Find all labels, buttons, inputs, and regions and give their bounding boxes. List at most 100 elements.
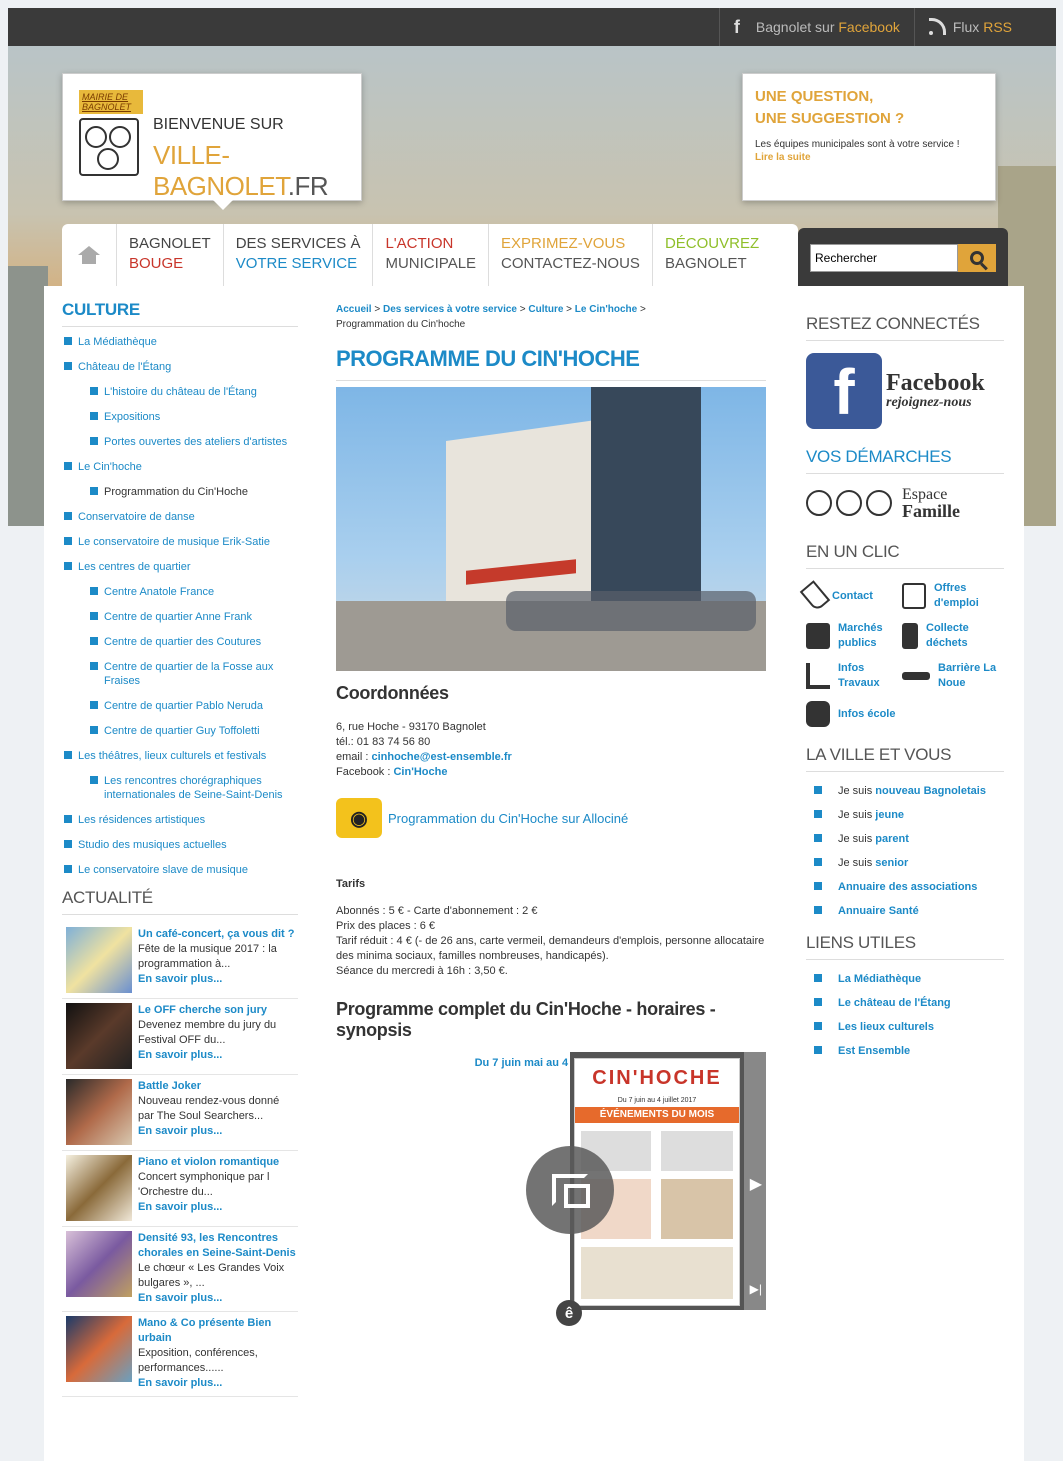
news-thumbnail [66,927,132,993]
menu-item[interactable]: Centre de quartier de la Fosse aux Frais… [88,660,298,688]
facebook-link[interactable]: f Bagnolet sur Facebook [718,8,914,46]
menu-item[interactable]: Le Cin'hoche [62,460,298,474]
facebook-banner-title: Facebook [886,370,985,396]
news-item[interactable]: Densité 93, les Rencontres chorales en S… [62,1227,298,1312]
facebook-banner[interactable]: f Facebook rejoignez-nous [806,353,1004,429]
last-page-icon[interactable]: ▶| [750,1282,762,1296]
breadcrumb-link[interactable]: Culture [528,304,563,315]
next-page-icon[interactable]: ▶ [750,1174,762,1194]
news-title[interactable]: Densité 93, les Rencontres chorales en S… [138,1231,298,1261]
nav-item-line2: CONTACTEZ-NOUS [501,255,640,272]
quick-link-collecte-dechets[interactable]: Collecte déchets [902,621,998,651]
menu-item[interactable]: Conservatoire de danse [62,510,298,524]
question-read-more-link[interactable]: Lire la suite [755,152,983,163]
menu-item[interactable]: Expositions [88,410,298,424]
nav-exprimez-vous[interactable]: EXPRIMEZ-VOUS CONTACTEZ-NOUS [489,224,653,286]
fullscreen-button[interactable] [526,1146,614,1234]
school-bag-icon [806,701,830,727]
quick-link-offres-emploi[interactable]: Offres d'emploi [902,581,998,611]
menu-item[interactable]: Les théâtres, lieux culturels et festiva… [62,749,298,763]
question-title-line2: UNE SUGGESTION ? [755,110,905,127]
liens-item[interactable]: Les lieux culturels [806,1020,1004,1035]
news-more-link[interactable]: En savoir plus... [138,1200,298,1215]
allocine-link[interactable]: ◉ Programmation du Cin'Hoche sur Allocin… [336,798,766,838]
nav-action-municipale[interactable]: L'ACTION MUNICIPALE [373,224,490,286]
menu-item[interactable]: Portes ouvertes des ateliers d'artistes [88,435,298,449]
email-link[interactable]: cinhoche@est-ensemble.fr [371,751,511,763]
menu-item[interactable]: Les centres de quartier [62,560,298,574]
news-title[interactable]: Battle Joker [138,1079,298,1094]
news-item[interactable]: Le OFF cherche son jury Devenez membre du… [62,999,298,1075]
menu-item[interactable]: Château de l'Étang [62,360,298,374]
news-item[interactable]: Piano et violon romantique Concert sympho… [62,1151,298,1227]
quick-link-marches-publics[interactable]: Marchés publics [806,621,902,651]
menu-item[interactable]: Le conservatoire slave de musique [62,863,298,877]
menu-item[interactable]: Centre de quartier Pablo Neruda [88,699,298,713]
tarif-line: Abonnés : 5 € - Carte d'abonnement : 2 € [336,905,538,917]
news-title[interactable]: Piano et violon romantique [138,1155,298,1170]
menu-item[interactable]: Studio des musiques actuelles [62,838,298,852]
nav-decouvrez[interactable]: DÉCOUVREZ BAGNOLET [653,224,771,286]
news-desc: Le chœur « Les Grandes Voix bulgares », … [138,1262,285,1289]
ville-item-bold: Annuaire des associations [838,881,978,893]
ville-item[interactable]: Je suis parent [806,832,1004,847]
menu-item[interactable]: Centre de quartier Guy Toffoletti [88,724,298,738]
viewer-logo-badge[interactable]: ê [556,1300,582,1326]
news-more-link[interactable]: En savoir plus... [138,1291,298,1306]
news-more-link[interactable]: En savoir plus... [138,1048,298,1063]
news-desc: Nouveau rendez-vous donné par The Soul S… [138,1095,280,1122]
news-item[interactable]: Un café-concert, ça vous dit ? Fête de la… [62,923,298,999]
fruit-circle [109,126,131,148]
quick-link-label: Infos Travaux [838,662,880,689]
quick-link-barriere[interactable]: Barrière La Noue [902,661,998,691]
rss-link[interactable]: Flux RSS [913,8,1026,46]
news-title[interactable]: Le OFF cherche son jury [138,1003,298,1018]
news-title[interactable]: Mano & Co présente Bien urbain [138,1316,298,1346]
main-content: Accueil > Des services à votre service >… [336,302,766,1069]
liens-item[interactable]: Le château de l'Étang [806,996,1004,1011]
tarifs-block: Abonnés : 5 € - Carte d'abonnement : 2 €… [336,904,766,979]
ville-item[interactable]: Annuaire des associations [806,880,1004,895]
menu-item[interactable]: La Médiathèque [62,335,298,349]
menu-item[interactable]: Centre Anatole France [88,585,298,599]
menu-item[interactable]: Le conservatoire de musique Erik-Satie [62,535,298,549]
breadcrumb-link[interactable]: Des services à votre service [383,304,517,315]
breadcrumb-link[interactable]: Le Cin'hoche [575,304,637,315]
facebook-page-link[interactable]: Cin'Hoche [393,766,447,778]
document-header: CIN'HOCHE [575,1059,739,1097]
phone-text: tél.: 01 83 74 56 80 [336,736,431,748]
search-button[interactable] [958,244,996,272]
demarches-title: VOS DÉMARCHES [806,447,1004,474]
site-logo[interactable]: MAIRIE DE BAGNOLET BIENVENUE SUR VILLE-B… [62,73,362,210]
quick-link-infos-ecole[interactable]: Infos école [806,701,902,727]
news-title[interactable]: Un café-concert, ça vous dit ? [138,927,298,942]
news-more-link[interactable]: En savoir plus... [138,1376,298,1391]
quick-link-infos-travaux[interactable]: Infos Travaux [806,661,902,691]
news-item[interactable]: Battle Joker Nouveau rendez-vous donné pa… [62,1075,298,1151]
quick-link-contact[interactable]: Contact [799,580,902,612]
liens-item[interactable]: La Médiathèque [806,972,1004,987]
ville-item[interactable]: Je suis senior [806,856,1004,871]
menu-item[interactable]: Les rencontres chorégraphiques internati… [88,774,298,802]
menu-item[interactable]: Centre de quartier Anne Frank [88,610,298,624]
ville-item-bold: Annuaire Santé [838,905,919,917]
ville-item[interactable]: Je suis nouveau Bagnoletais [806,784,1004,799]
news-more-link[interactable]: En savoir plus... [138,972,298,987]
fullscreen-icon [552,1174,590,1208]
espace-famille-link[interactable]: Espace Famille [806,486,1004,520]
ville-item[interactable]: Annuaire Santé [806,904,1004,919]
menu-item[interactable]: Les résidences artistiques [62,813,298,827]
search-input[interactable] [810,244,958,272]
nav-bagnolet-bouge[interactable]: BAGNOLET BOUGE [117,224,224,286]
menu-item[interactable]: Centre de quartier des Coutures [88,635,298,649]
news-more-link[interactable]: En savoir plus... [138,1124,298,1139]
liens-item[interactable]: Est Ensemble [806,1044,1004,1059]
ville-item[interactable]: Je suis jeune [806,808,1004,823]
home-button[interactable] [62,224,117,286]
nav-services[interactable]: DES SERVICES À VOTRE SERVICE [224,224,374,286]
menu-item[interactable]: L'histoire du château de l'Étang [88,385,298,399]
tarif-line: Prix des places : 6 € [336,920,436,932]
menu-item-current[interactable]: Programmation du Cin'Hoche [88,485,298,499]
news-item[interactable]: Mano & Co présente Bien urbain Exposition… [62,1312,298,1397]
breadcrumb-link[interactable]: Accueil [336,304,372,315]
